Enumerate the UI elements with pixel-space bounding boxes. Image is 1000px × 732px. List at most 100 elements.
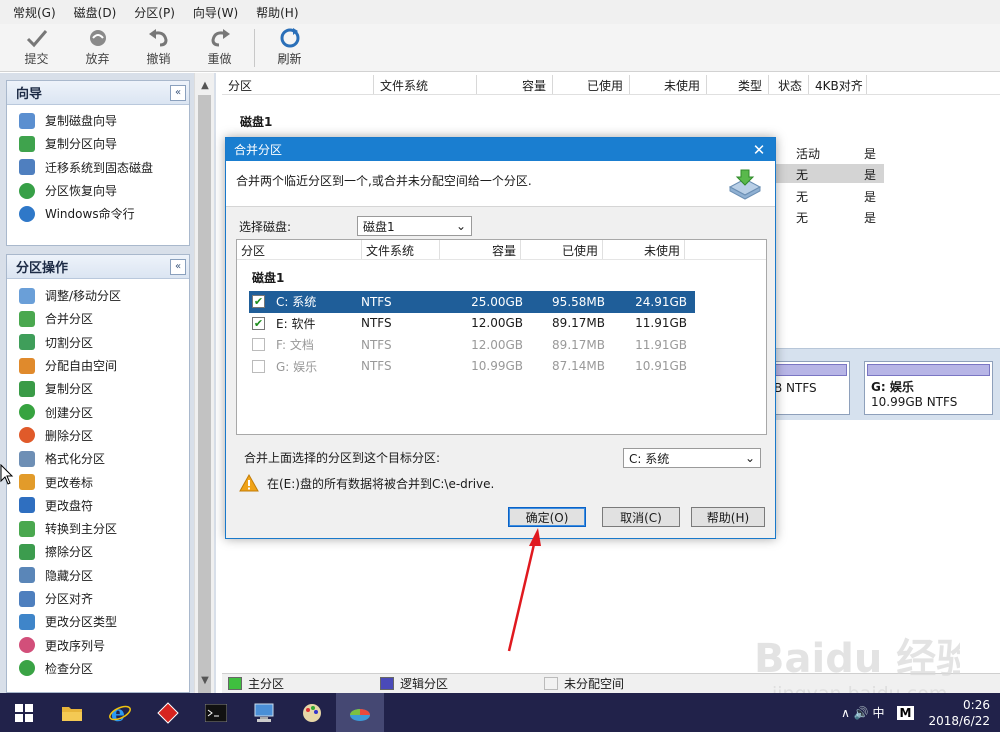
table-row[interactable]: 无是 [796, 188, 876, 205]
sidebar-item-check[interactable]: 检查分区 [7, 657, 189, 680]
partition-row-e[interactable]: ✔ E: 软件 NTFS 12.00GB 89.17MB 11.91GB [249, 313, 695, 335]
sidebar-item-copy-partition[interactable]: 复制分区向导 [7, 132, 189, 155]
sidebar-item-align[interactable]: 分区对齐 [7, 587, 189, 610]
sidebar-item-partition-recovery[interactable]: 分区恢复向导 [7, 179, 189, 202]
sidebar-item-label: 迁移系统到固态磁盘 [45, 160, 154, 175]
scroll-up-icon[interactable]: ▲ [195, 77, 215, 94]
sidebar-item-copy[interactable]: 复制分区 [7, 377, 189, 400]
checkbox-g[interactable] [252, 359, 265, 373]
menu-help[interactable]: 帮助(H) [247, 4, 307, 21]
sidebar-item-drive-letter[interactable]: 更改盘符 [7, 494, 189, 517]
menu-disk[interactable]: 磁盘(D) [65, 4, 126, 21]
sidebar-item-label: 更改分区类型 [45, 615, 118, 630]
sidebar-item-label: 合并分区 [45, 312, 94, 327]
partition-row-f[interactable]: F: 文档 NTFS 12.00GB 89.17MB 11.91GB [249, 334, 695, 356]
column-4k-align[interactable]: 4KB对齐 [809, 75, 867, 94]
sidebar-item-hide[interactable]: 隐藏分区 [7, 564, 189, 587]
close-icon[interactable]: ✕ [751, 141, 767, 159]
sidebar-item-migrate-ssd[interactable]: 迁移系统到固态磁盘 [7, 156, 189, 179]
sidebar-item-delete[interactable]: 删除分区 [7, 424, 189, 447]
partition-fs: NTFS [361, 294, 392, 309]
ok-button[interactable]: 确定(O) [508, 507, 586, 527]
scroll-down-icon[interactable]: ▼ [195, 672, 215, 689]
sidebar-item-label-change[interactable]: 更改卷标 [7, 470, 189, 493]
column-type[interactable]: 类型 [707, 75, 769, 94]
column-used[interactable]: 已使用 [521, 240, 603, 259]
cancel-button[interactable]: 取消(C) [602, 507, 680, 527]
tray-icons[interactable]: ∧ 🔊 中 [841, 704, 884, 721]
disk-block-size: 10.99GB NTFS [871, 395, 958, 409]
refresh-button[interactable]: 刷新 [259, 24, 320, 70]
sidebar-item-create[interactable]: 创建分区 [7, 400, 189, 423]
sidebar-item-label: 复制磁盘向导 [45, 114, 118, 129]
sidebar-item-merge[interactable]: 合并分区 [7, 307, 189, 330]
status-cell: 无 [796, 168, 809, 182]
start-button[interactable] [0, 693, 48, 732]
unallocated-swatch [544, 677, 559, 690]
scrollbar-thumb[interactable] [198, 95, 211, 707]
discard-button[interactable]: 放弃 [67, 24, 128, 70]
sidebar-item-serial[interactable]: 更改序列号 [7, 633, 189, 656]
partition-capacity: 12.00GB [471, 316, 523, 331]
sidebar-item-split[interactable]: 切割分区 [7, 331, 189, 354]
sidebar-item-type[interactable]: 更改分区类型 [7, 610, 189, 633]
disk-block-f[interactable]: B NTFS [772, 361, 850, 415]
menu-wizard[interactable]: 向导(W) [184, 4, 247, 21]
redo-button[interactable]: 重做 [189, 24, 250, 70]
table-row[interactable]: 活动 是 [796, 145, 876, 162]
taskbar-cmd[interactable] [192, 693, 240, 732]
sidebar-scrollbar[interactable]: ▲ ▼ [194, 73, 215, 707]
column-capacity[interactable]: 容量 [440, 240, 521, 259]
partition-row-c[interactable]: ✔ C: 系统 NTFS 25.00GB 95.58MB 24.91GB [249, 291, 695, 313]
column-status[interactable]: 状态 [769, 75, 809, 94]
legend-primary: 主分区 [228, 675, 284, 692]
sidebar-item-wipe[interactable]: 擦除分区 [7, 540, 189, 563]
taskbar-paint[interactable] [288, 693, 336, 732]
column-free[interactable]: 未使用 [630, 75, 707, 94]
column-filesystem[interactable]: 文件系统 [362, 240, 440, 259]
sidebar-item-copy-disk[interactable]: 复制磁盘向导 [7, 109, 189, 132]
sidebar-item-to-primary[interactable]: 转换到主分区 [7, 517, 189, 540]
menu-general[interactable]: 常规(G) [4, 4, 65, 21]
target-partition-combo[interactable]: C: 系统 ⌄ [623, 448, 761, 468]
column-free[interactable]: 未使用 [603, 240, 685, 259]
sidebar-item-format[interactable]: 格式化分区 [7, 447, 189, 470]
taskbar-ie[interactable]: e [96, 693, 144, 732]
column-capacity[interactable]: 容量 [477, 75, 553, 94]
sidebar-item-resize[interactable]: 调整/移动分区 [7, 284, 189, 307]
sidebar-item-label: 格式化分区 [45, 452, 106, 467]
table-row[interactable]: 无是 [796, 166, 876, 183]
taskbar-network[interactable] [240, 693, 288, 732]
collapse-icon[interactable]: « [170, 84, 186, 101]
sidebar-item-label: 创建分区 [45, 405, 94, 420]
commit-button[interactable]: 提交 [6, 24, 67, 70]
globe-icon [19, 205, 35, 222]
help-button[interactable]: 帮助(H) [691, 507, 765, 527]
undo-button[interactable]: 撤销 [128, 24, 189, 70]
table-row[interactable]: 无是 [796, 209, 876, 226]
clock[interactable]: 0:26 2018/6/22 [928, 697, 1000, 729]
select-disk-combo[interactable]: 磁盘1 ⌄ [357, 216, 472, 236]
collapse-icon[interactable]: « [170, 258, 186, 275]
checkbox-f[interactable] [252, 338, 265, 352]
checkbox-c[interactable]: ✔ [252, 295, 265, 309]
taskbar-partition-assistant[interactable] [336, 693, 384, 732]
redo-label: 重做 [207, 52, 232, 66]
align-cell: 是 [863, 147, 876, 161]
column-partition[interactable]: 分区 [237, 240, 362, 259]
column-partition[interactable]: 分区 [222, 75, 374, 94]
column-filesystem[interactable]: 文件系统 [374, 75, 477, 94]
partition-row-g[interactable]: G: 娱乐 NTFS 10.99GB 87.14MB 10.91GB [249, 356, 695, 378]
sidebar-item-cmd[interactable]: Windows命令行 [7, 202, 189, 225]
column-used[interactable]: 已使用 [553, 75, 630, 94]
menu-partition[interactable]: 分区(P) [125, 4, 184, 21]
sidebar-item-allocate[interactable]: 分配自由空间 [7, 354, 189, 377]
legend-unallocated: 未分配空间 [544, 675, 624, 692]
checkbox-e[interactable]: ✔ [252, 316, 265, 330]
taskbar-app-red[interactable] [144, 693, 192, 732]
ime-indicator[interactable]: M [896, 705, 915, 720]
disk-block-g[interactable]: G: 娱乐 10.99GB NTFS [864, 361, 993, 415]
dialog-title-bar[interactable]: 合并分区 ✕ [226, 138, 775, 161]
sidebar-item-label: 更改卷标 [45, 475, 94, 490]
taskbar-explorer[interactable] [48, 693, 96, 732]
